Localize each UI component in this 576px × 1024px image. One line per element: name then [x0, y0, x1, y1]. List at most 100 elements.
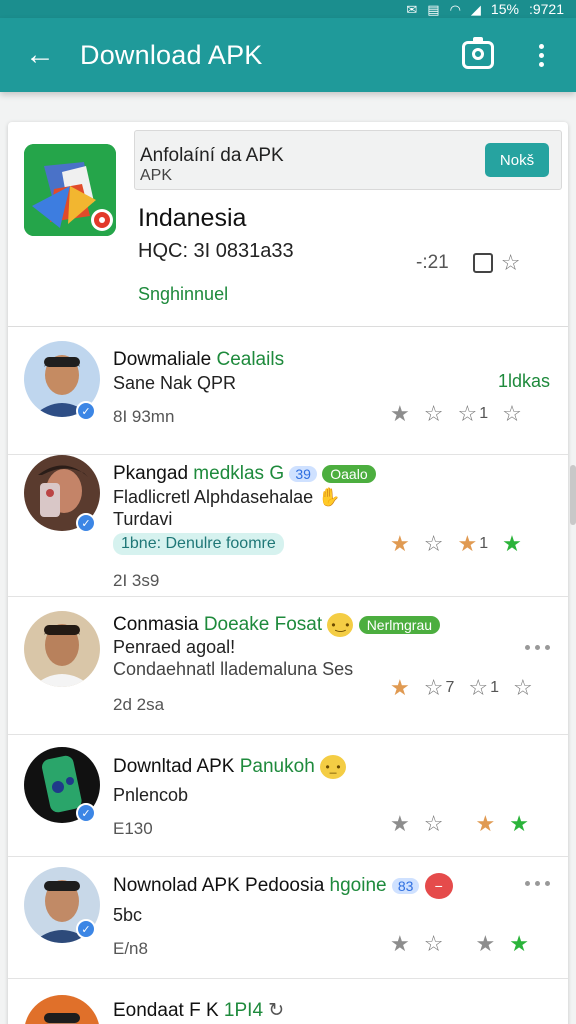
item-title: Eondaat F K 1PI4 ↻ [113, 999, 284, 1022]
item-title: Dowmaliale Cealails [113, 349, 284, 371]
title-text: Pkangad [113, 463, 189, 484]
star-outline-icon[interactable]: ☆ [424, 533, 444, 555]
item-tag: 1ldkas [497, 371, 550, 391]
more-options-icon[interactable] [525, 645, 550, 650]
title-highlight: Panukoh [239, 756, 315, 778]
app-name: Indanesia [138, 204, 247, 232]
list-item[interactable]: ✓ Nownolad APK Pedoosia hgoine 83 − 5bc … [8, 857, 568, 979]
favorite-star-icon[interactable]: ★ [509, 933, 529, 955]
favorite-star-icon[interactable]: ★ [502, 533, 522, 555]
rating-count: 1 [479, 535, 489, 552]
star-icon[interactable]: ★ [390, 677, 410, 699]
more-options-icon[interactable] [526, 43, 556, 67]
item-subtitle: Pnlencob [113, 785, 189, 805]
title-text: Conmasia [113, 614, 199, 636]
count-pill: 83 [391, 878, 420, 894]
signal-icon: ◢ [470, 1, 481, 17]
item-subtitle: 5bc [113, 905, 143, 925]
battery-level: 15% [490, 1, 519, 17]
title-text: Dowmaliale [113, 349, 212, 370]
app-logo-icon [24, 144, 116, 236]
banner-subtitle: APK [140, 167, 173, 184]
rating-stars: ★ ☆ ★ 1 ★ [390, 533, 522, 555]
item-subtitle: Penraed agoal! [113, 637, 236, 657]
list-item[interactable]: Conmasia Doeake Fosat •‿• Nerlmgrau Penr… [8, 597, 568, 735]
star-outline-icon[interactable]: ☆ [468, 677, 488, 699]
list-item[interactable]: ✓ Downltad APK Panukoh •_• Pnlencob E130… [8, 735, 568, 857]
subtitle-text: Fladlicretl Alphdasehalae [113, 487, 314, 507]
copy-icon[interactable] [472, 253, 493, 273]
item-meta: 2d 2sa [113, 695, 165, 714]
star-icon[interactable]: ★ [390, 933, 410, 955]
favorite-star-icon[interactable]: ☆ [502, 403, 522, 425]
star-outline-icon[interactable]: ☆ [457, 403, 477, 425]
star-outline-icon[interactable]: ☆ [424, 403, 444, 425]
book-icon: ▤ [427, 1, 440, 17]
title-highlight: 1PI4 [223, 1000, 264, 1021]
verified-badge-icon: ✓ [76, 803, 96, 823]
more-options-icon[interactable] [525, 881, 550, 886]
list-item[interactable]: ✓ Dowmaliale Cealails Sane Nak QPR 1ldka… [8, 327, 568, 455]
notification-icon: ✉ [406, 1, 418, 17]
list-item[interactable]: Eondaat F K 1PI4 ↻ [8, 979, 568, 1024]
item-meta: E130 [113, 819, 153, 838]
rating-stars: ★ ☆ 7 ☆ 1 ☆ [390, 677, 533, 699]
favorite-star-icon[interactable]: ☆ [501, 252, 521, 274]
title-highlight: hgoine [329, 875, 387, 897]
rating-stars: ★ ☆ ★ ★ [390, 813, 529, 835]
rating-stars: ★ ☆ ★ ★ [390, 933, 529, 955]
item-meta: 8I 93mn [113, 407, 175, 426]
item-subtitle-2: Condaehnatl llademaluna Ses [113, 659, 354, 679]
star-icon[interactable]: ★ [475, 933, 495, 955]
rating-count: 1 [479, 405, 489, 422]
star-outline-icon[interactable]: ☆ [424, 933, 444, 955]
refresh-icon: ↻ [268, 1000, 285, 1021]
item-subtitle: Sane Nak QPR [113, 373, 237, 393]
verified-badge-icon: ✓ [76, 513, 96, 533]
item-title: Conmasia Doeake Fosat •‿• Nerlmgrau [113, 613, 441, 637]
favorite-star-icon[interactable]: ☆ [513, 677, 533, 699]
avatar [24, 611, 100, 687]
title-highlight: medklas G [193, 463, 285, 484]
back-arrow-icon[interactable]: ← [0, 40, 80, 70]
star-outline-icon[interactable]: ☆ [424, 677, 444, 699]
item-subtitle: Fladlicretl Alphdasehalae ✋ [113, 487, 341, 508]
wifi-icon: ◠ [449, 1, 461, 17]
apk-card: Anfolaíní da APK APK Nokš Indanesia HQC:… [8, 122, 568, 1024]
verified-badge-icon: ✓ [76, 919, 96, 939]
developer-link[interactable]: Snghinnuel [138, 284, 228, 305]
title-highlight: Doeake Fosat [203, 614, 323, 636]
banner-button[interactable]: Nokš [485, 143, 549, 177]
star-icon[interactable]: ★ [390, 533, 410, 555]
star-outline-icon[interactable]: ☆ [424, 813, 444, 835]
app-header: Anfolaíní da APK APK Nokš Indanesia HQC:… [8, 122, 568, 327]
status-badge: Nerlmgrau [358, 616, 441, 634]
title-text: Downltad APK [113, 756, 235, 778]
title-highlight: Cealails [216, 349, 285, 370]
remove-icon[interactable]: − [424, 873, 453, 899]
title-text: Nownolad APK Pedoosia [113, 875, 325, 897]
status-bar: ✉ ▤ ◠ ◢ 15% :9721 [0, 0, 576, 18]
emoji-icon: •‿• [327, 613, 354, 637]
star-icon[interactable]: ★ [475, 813, 495, 835]
rating-count: 1 [490, 679, 500, 696]
star-icon[interactable]: ★ [457, 533, 477, 555]
list-item[interactable]: ✓ Pkangad medklas G 39 Oaalo Fladlicretl… [8, 455, 568, 597]
avatar [24, 995, 100, 1024]
title-text: Eondaat [113, 1000, 184, 1021]
item-title: Pkangad medklas G 39 Oaalo [113, 463, 376, 485]
header-count: -:21 [416, 252, 449, 273]
item-meta: 2I 3s9 [113, 571, 160, 590]
status-badge: Oaalo [322, 464, 376, 483]
verified-badge-icon: ✓ [76, 401, 96, 421]
app-bar: ← Download APK [0, 18, 576, 92]
star-icon[interactable]: ★ [390, 813, 410, 835]
rating-stars: ★ ☆ ☆ 1 ☆ [390, 403, 522, 425]
page-title: Download APK [80, 39, 263, 70]
app-code: HQC: 3I 0831a33 [138, 240, 294, 262]
favorite-star-icon[interactable]: ★ [509, 813, 529, 835]
camera-icon[interactable] [462, 37, 494, 69]
item-tag[interactable]: 1bne: Denulre foomre [113, 533, 284, 555]
star-icon[interactable]: ★ [390, 403, 410, 425]
scrollbar[interactable] [570, 465, 576, 525]
